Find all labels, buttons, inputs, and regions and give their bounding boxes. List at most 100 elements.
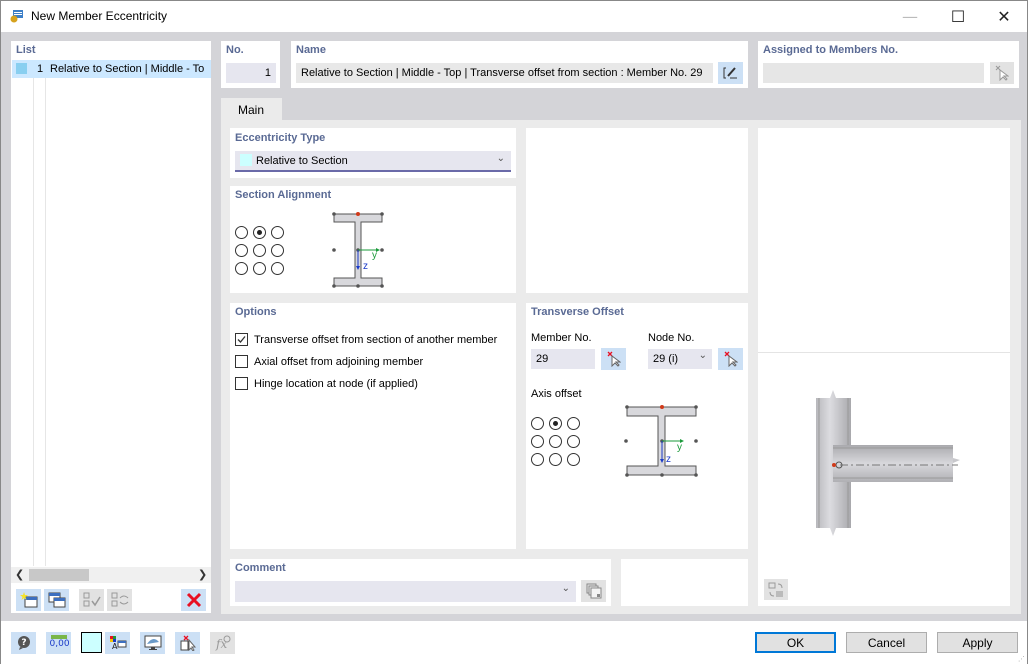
name-field[interactable]: Relative to Section | Middle - Top | Tra…	[296, 63, 713, 83]
resize-grip-icon[interactable]: ⋰	[1018, 655, 1025, 663]
pick-cursor-icon	[607, 351, 621, 367]
transverse-offset-label: Transverse offset from section of anothe…	[254, 334, 498, 346]
copy-item-button[interactable]	[44, 589, 69, 611]
options-panel: Options Transverse offset from section o…	[230, 303, 516, 549]
axis-i-section-diagram	[624, 405, 698, 477]
transverse-offset-checkbox[interactable]	[235, 333, 248, 346]
scroll-left-icon[interactable]: ❮	[15, 568, 24, 581]
edit-pencil-icon	[723, 67, 737, 79]
alignment-radio-top-right[interactable]	[271, 226, 284, 239]
axis-radio-bottom-left[interactable]	[531, 453, 544, 466]
axial-offset-label: Axial offset from adjoining member	[254, 356, 424, 368]
axis-radio-top-right[interactable]	[567, 417, 580, 430]
chevron-down-icon: ⌄	[496, 153, 505, 164]
node-no-dropdown[interactable]: 29 (i) ⌄	[648, 349, 712, 369]
options-label: Options	[235, 306, 277, 318]
scrollbar-thumb[interactable]	[29, 569, 89, 581]
pick-members-button[interactable]	[990, 62, 1014, 84]
transverse-offset-panel: Transverse Offset Member No. 29 Node No.…	[526, 303, 748, 549]
toggle-check-icon	[111, 592, 128, 607]
tab-main[interactable]: Main	[221, 98, 282, 120]
stacked-windows-icon	[586, 583, 601, 599]
window-title: New Member Eccentricity	[31, 9, 168, 23]
comment-dropdown[interactable]: ⌄	[235, 581, 576, 602]
axis-radio-bottom-center[interactable]	[549, 453, 562, 466]
axis-radio-bottom-right[interactable]	[567, 453, 580, 466]
chevron-down-icon: ⌄	[561, 583, 570, 594]
y-axis-label: y	[372, 250, 377, 261]
ok-button[interactable]: OK	[755, 632, 836, 653]
alignment-radio-top-left[interactable]	[235, 226, 248, 239]
axis-radio-top-left[interactable]	[531, 417, 544, 430]
axial-offset-checkbox[interactable]	[235, 355, 248, 368]
formula-button[interactable]: fx	[210, 632, 235, 654]
comment-library-button[interactable]	[581, 580, 606, 602]
section-alignment-panel: Section Alignment y z	[230, 186, 516, 293]
assigned-label: Assigned to Members No.	[763, 44, 899, 56]
help-button[interactable]: ?	[11, 632, 36, 654]
units-button[interactable]: 0,00	[46, 632, 71, 654]
alignment-radio-middle-right[interactable]	[271, 244, 284, 257]
assigned-members-field[interactable]	[763, 63, 984, 83]
axis-offset-label: Axis offset	[531, 388, 582, 400]
section-alignment-label: Section Alignment	[235, 189, 332, 201]
alignment-radio-top-center[interactable]	[253, 226, 266, 239]
axis-radio-top-center[interactable]	[549, 417, 562, 430]
app-icon	[10, 10, 23, 23]
hinge-location-label: Hinge location at node (if applied)	[254, 378, 418, 390]
alignment-radio-bottom-left[interactable]	[235, 262, 248, 275]
copy-window-icon	[48, 592, 65, 608]
cancel-button[interactable]: Cancel	[846, 632, 927, 653]
number-label: No.	[226, 44, 244, 56]
select-objects-icon	[180, 635, 196, 651]
minimize-icon: —	[902, 7, 918, 26]
pick-member-button[interactable]	[601, 348, 626, 370]
alignment-radio-middle-center[interactable]	[253, 244, 266, 257]
minimize-button[interactable]: —	[887, 1, 933, 32]
comment-panel: Comment ⌄	[230, 559, 611, 606]
name-label: Name	[296, 44, 326, 56]
scroll-right-icon[interactable]: ❯	[198, 568, 207, 581]
empty-panel	[526, 128, 748, 293]
maximize-button[interactable]: ☐	[935, 1, 981, 32]
name-panel: Name Relative to Section | Middle - Top …	[291, 41, 748, 88]
axis-radio-middle-right[interactable]	[567, 435, 580, 448]
edit-name-button[interactable]	[718, 62, 743, 84]
select-objects-button[interactable]	[175, 632, 200, 654]
eccentricity-type-label: Eccentricity Type	[235, 132, 326, 144]
pick-node-button[interactable]	[718, 348, 743, 370]
toggle-check-button[interactable]	[107, 589, 132, 611]
list-label: List	[16, 44, 36, 56]
close-button[interactable]: ✕	[981, 1, 1027, 32]
display-properties-button[interactable]: A	[105, 632, 130, 654]
alignment-radio-bottom-right[interactable]	[271, 262, 284, 275]
color-swatch-button[interactable]	[81, 632, 102, 653]
number-panel: No. 1	[221, 41, 280, 88]
member-no-field[interactable]: 29	[531, 349, 595, 369]
pick-cursor-icon	[995, 65, 1009, 81]
pick-cursor-icon	[724, 351, 738, 367]
delete-button[interactable]	[181, 589, 206, 611]
maximize-icon: ☐	[950, 7, 966, 26]
check-all-button[interactable]	[79, 589, 104, 611]
new-item-button[interactable]	[16, 589, 41, 611]
view-toggle-button[interactable]	[764, 579, 788, 600]
alignment-radio-middle-left[interactable]	[235, 244, 248, 257]
check-all-icon	[83, 592, 101, 607]
hinge-location-checkbox[interactable]	[235, 377, 248, 390]
list-item-text: Relative to Section | Middle - To	[50, 63, 205, 75]
y-axis-label: y	[677, 442, 682, 453]
preview-panel	[758, 128, 1010, 606]
apply-button[interactable]: Apply	[937, 632, 1018, 653]
eccentricity-type-dropdown[interactable]: Relative to Section ⌄	[235, 151, 511, 172]
axis-radio-middle-center[interactable]	[549, 435, 562, 448]
horizontal-scrollbar[interactable]: ❮ ❯	[11, 567, 211, 583]
list-item[interactable]: 1 Relative to Section | Middle - To	[12, 60, 211, 78]
bottom-bar: ? 0,00 A fx OK Cancel Apply ⋰	[1, 621, 1027, 664]
axis-radio-middle-left[interactable]	[531, 435, 544, 448]
view-button[interactable]	[140, 632, 165, 654]
list-item-color-swatch	[16, 63, 27, 74]
number-field[interactable]: 1	[226, 63, 276, 83]
member-no-label: Member No.	[531, 332, 592, 344]
alignment-radio-bottom-center[interactable]	[253, 262, 266, 275]
